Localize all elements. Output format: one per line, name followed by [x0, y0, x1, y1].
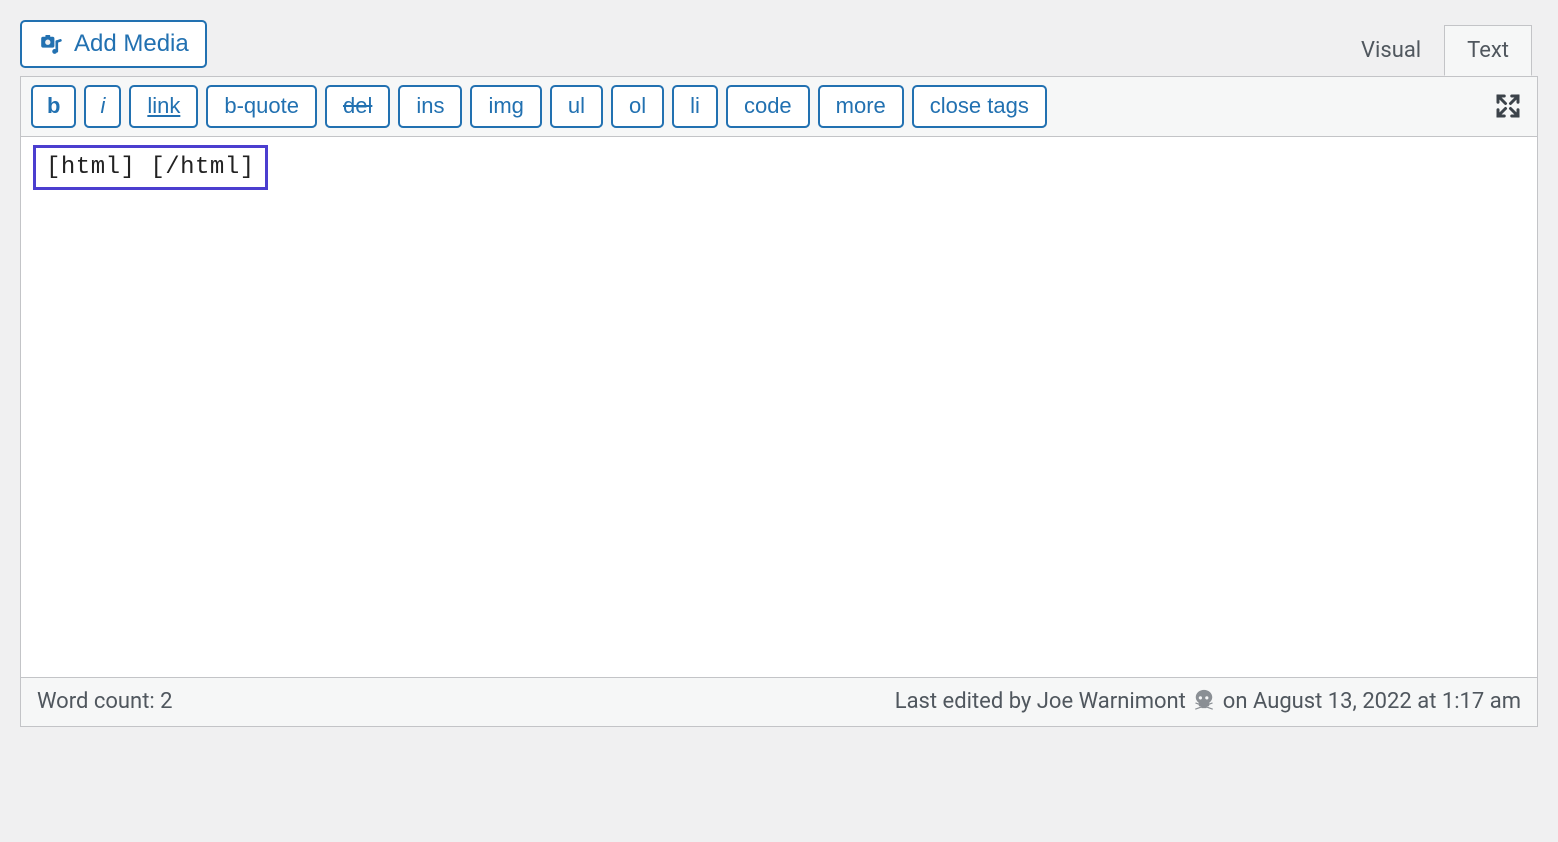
fullscreen-icon: [1493, 91, 1523, 121]
word-count-label: Word count: 2: [37, 689, 173, 714]
qt-close-tags-button[interactable]: close tags: [912, 85, 1047, 128]
tab-visual[interactable]: Visual: [1338, 25, 1444, 76]
editor-status-bar: Word count: 2 Last edited by Joe Warnimo…: [21, 677, 1537, 726]
last-edited-label: Last edited by Joe Warnimont on August 1…: [895, 688, 1521, 716]
editor-content-area[interactable]: [html] [/html]: [21, 137, 1537, 677]
fullscreen-toggle-button[interactable]: [1489, 87, 1527, 125]
html-shortcode-snippet: [html] [/html]: [33, 145, 268, 190]
last-edited-prefix: Last edited by Joe Warnimont: [895, 689, 1192, 714]
qt-ol-button[interactable]: ol: [611, 85, 664, 128]
skull-icon: [1193, 688, 1215, 716]
quicktags-toolbar: b i link b-quote del ins img ul ol li co…: [21, 77, 1537, 137]
add-media-button[interactable]: Add Media: [20, 20, 207, 68]
qt-ul-button[interactable]: ul: [550, 85, 603, 128]
last-edited-suffix: on August 13, 2022 at 1:17 am: [1217, 689, 1521, 714]
editor-tabs: Visual Text: [1338, 25, 1532, 77]
qt-del-button[interactable]: del: [325, 85, 390, 128]
qt-code-button[interactable]: code: [726, 85, 810, 128]
editor-top-row: Add Media Visual Text: [20, 20, 1538, 76]
qt-ins-button[interactable]: ins: [398, 85, 462, 128]
qt-li-button[interactable]: li: [672, 85, 718, 128]
camera-music-icon: [38, 32, 66, 56]
qt-bold-button[interactable]: b: [31, 85, 76, 128]
add-media-label: Add Media: [74, 30, 189, 58]
qt-blockquote-button[interactable]: b-quote: [206, 85, 317, 128]
qt-more-button[interactable]: more: [818, 85, 904, 128]
tab-text[interactable]: Text: [1444, 25, 1532, 76]
editor-container: Add Media Visual Text b i link b-quote d…: [20, 20, 1538, 727]
editor-box: b i link b-quote del ins img ul ol li co…: [20, 76, 1538, 727]
qt-img-button[interactable]: img: [470, 85, 541, 128]
qt-link-button[interactable]: link: [129, 85, 198, 128]
qt-italic-button[interactable]: i: [84, 85, 121, 128]
